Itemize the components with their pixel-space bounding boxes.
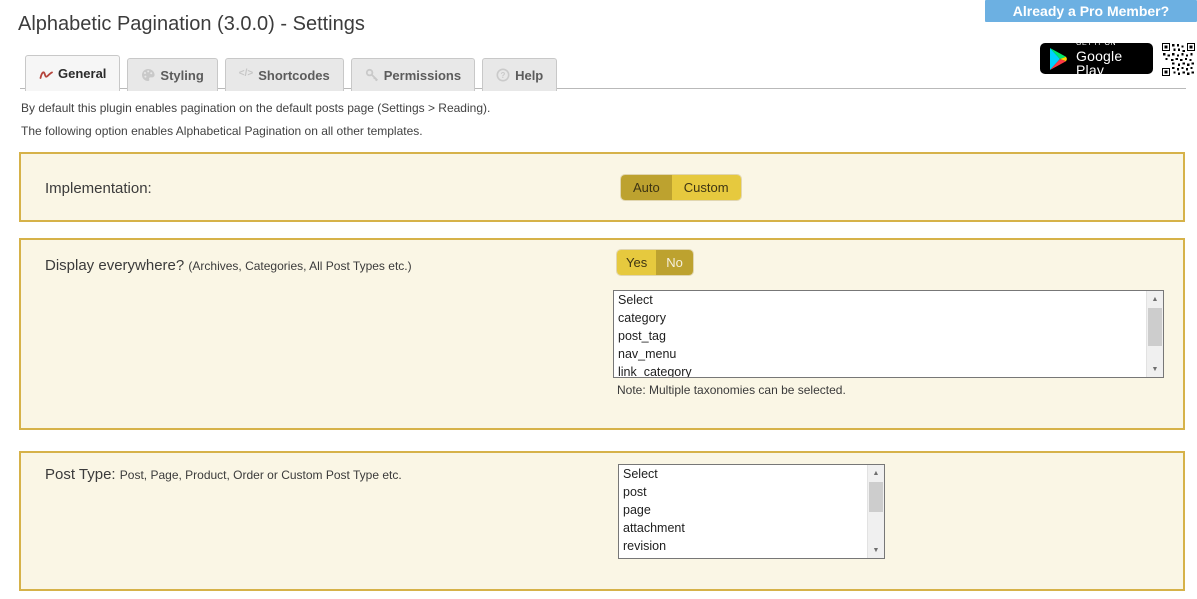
tab-label: General (58, 66, 106, 81)
post-type-scrollbar[interactable]: ▲ ▼ (867, 465, 884, 558)
section-post-type: Post Type: Post, Page, Product, Order or… (19, 451, 1185, 591)
tab-label: Shortcodes (258, 68, 330, 83)
display-yes-button[interactable]: Yes (617, 250, 656, 275)
implementation-auto-button[interactable]: Auto (621, 175, 672, 200)
help-icon: ? (496, 68, 510, 82)
implementation-custom-button[interactable]: Custom (672, 175, 741, 200)
taxonomy-note: Note: Multiple taxonomies can be selecte… (617, 383, 846, 397)
implementation-label: Implementation: (45, 180, 152, 197)
post-type-sublabel: Post, Page, Product, Order or Custom Pos… (120, 468, 402, 482)
taxonomy-option[interactable]: post_tag (614, 327, 1163, 345)
display-no-button[interactable]: No (656, 250, 693, 275)
implementation-toggle: Auto Custom (621, 175, 741, 200)
scroll-up-icon[interactable]: ▲ (868, 465, 884, 481)
tab-permissions[interactable]: Permissions (351, 58, 475, 91)
taxonomy-option[interactable]: nav_menu (614, 345, 1163, 363)
post-type-option[interactable]: post (619, 483, 884, 501)
scroll-down-icon[interactable]: ▼ (868, 542, 884, 558)
post-type-select[interactable]: Select post page attachment revision ▲ ▼ (618, 464, 885, 559)
tab-label: Styling (160, 68, 203, 83)
display-everywhere-sublabel: (Archives, Categories, All Post Types et… (188, 259, 411, 273)
palette-icon (141, 68, 155, 82)
google-play-tagline: GET IT ON (1076, 40, 1144, 47)
google-play-badge[interactable]: GET IT ON Google Play (1040, 43, 1153, 74)
tab-styling[interactable]: Styling (127, 58, 217, 91)
post-type-label: Post Type: Post, Page, Product, Order or… (45, 466, 402, 483)
display-everywhere-main-label: Display everywhere? (45, 257, 184, 274)
pro-member-button[interactable]: Already a Pro Member? (985, 0, 1197, 22)
google-play-store-label: Google Play (1076, 49, 1144, 77)
scroll-up-icon[interactable]: ▲ (1147, 291, 1163, 307)
tab-label: Permissions (384, 68, 461, 83)
post-type-option[interactable]: Select (619, 465, 884, 483)
tab-shortcodes[interactable]: </> Shortcodes (225, 58, 344, 91)
display-everywhere-toggle: Yes No (617, 250, 693, 275)
taxonomy-option[interactable]: link_category (614, 363, 1163, 378)
post-type-option[interactable]: revision (619, 537, 884, 555)
taxonomy-select[interactable]: Select category post_tag nav_menu link_c… (613, 290, 1164, 378)
taxonomy-option[interactable]: category (614, 309, 1163, 327)
taxonomy-scrollbar[interactable]: ▲ ▼ (1146, 291, 1163, 377)
page-title: Alphabetic Pagination (3.0.0) - Settings (18, 13, 365, 36)
post-type-option[interactable]: page (619, 501, 884, 519)
display-everywhere-label: Display everywhere? (Archives, Categorie… (45, 257, 412, 274)
svg-text:?: ? (501, 71, 506, 80)
intro-text: By default this plugin enables paginatio… (21, 101, 490, 147)
scrollbar-thumb[interactable] (869, 482, 883, 512)
post-type-main-label: Post Type: (45, 466, 116, 483)
post-type-option[interactable]: attachment (619, 519, 884, 537)
tab-general[interactable]: General (25, 55, 120, 91)
tab-label: Help (515, 68, 543, 83)
signature-icon (39, 67, 53, 81)
section-implementation: Implementation: Auto Custom (19, 152, 1185, 222)
google-play-icon (1049, 48, 1069, 70)
scroll-down-icon[interactable]: ▼ (1147, 361, 1163, 377)
tab-bar: General Styling </> Shortcodes Permissio… (25, 55, 557, 91)
key-icon (365, 68, 379, 82)
qr-code (1162, 43, 1195, 76)
tab-help[interactable]: ? Help (482, 58, 557, 91)
code-icon: </> (239, 68, 253, 82)
store-badges: GET IT ON Google Play (1040, 43, 1195, 76)
intro-line-1: By default this plugin enables paginatio… (21, 101, 490, 115)
intro-line-2: The following option enables Alphabetica… (21, 124, 490, 138)
scrollbar-thumb[interactable] (1148, 308, 1162, 346)
taxonomy-option[interactable]: Select (614, 291, 1163, 309)
section-display-everywhere: Display everywhere? (Archives, Categorie… (19, 238, 1185, 430)
